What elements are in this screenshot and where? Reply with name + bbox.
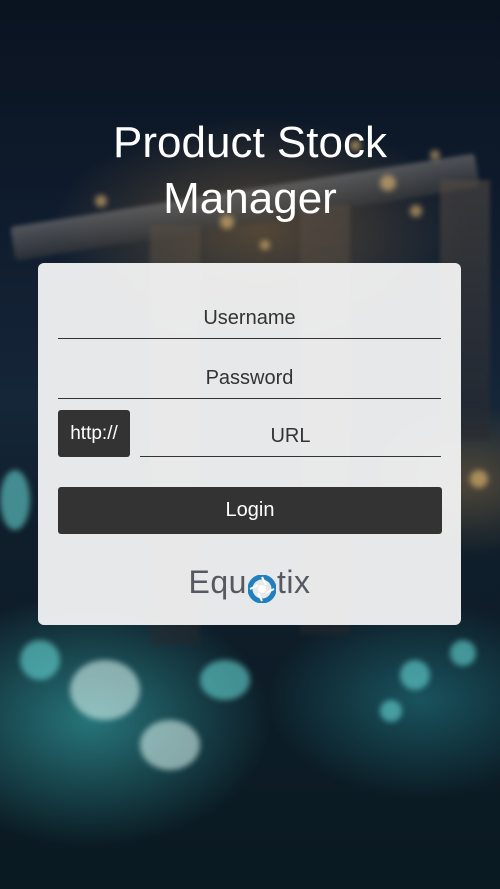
logo-text-right: tix <box>276 563 311 600</box>
logo-text-left: Equ <box>188 563 247 600</box>
background-light <box>140 720 200 770</box>
background-light <box>0 470 30 530</box>
password-field-wrapper <box>58 353 441 399</box>
username-field-wrapper <box>58 293 441 339</box>
background-light <box>200 660 250 700</box>
page-title: Product Stock Manager <box>0 115 500 227</box>
url-prefix-label: http:// <box>58 410 130 457</box>
url-input[interactable] <box>140 411 441 456</box>
background-light <box>400 660 430 690</box>
login-button[interactable]: Login <box>58 487 442 534</box>
equotix-logo: Equ tix <box>38 555 461 604</box>
background-light <box>470 470 488 488</box>
title-line-1: Product Stock <box>113 118 387 168</box>
aperture-icon <box>247 568 277 604</box>
url-field-wrapper <box>140 411 441 457</box>
background-light <box>260 240 270 250</box>
login-card: http:// Login Equ tix <box>38 263 461 625</box>
background-light <box>380 700 402 722</box>
background-light <box>450 640 476 666</box>
background-light <box>20 640 60 680</box>
title-line-2: Manager <box>163 174 337 224</box>
password-input[interactable] <box>58 353 441 398</box>
username-input[interactable] <box>58 293 441 338</box>
background-light <box>70 660 140 720</box>
